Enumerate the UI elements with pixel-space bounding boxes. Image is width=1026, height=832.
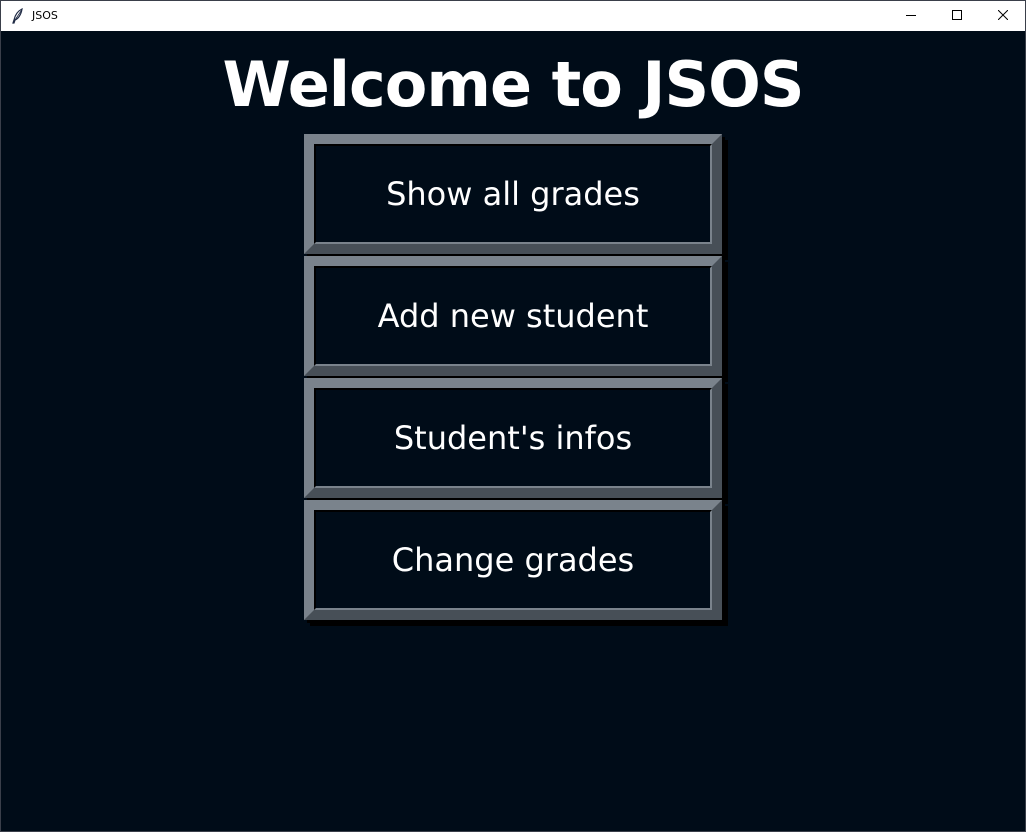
main-content: Welcome to JSOS Show all grades Add new … xyxy=(1,31,1025,831)
close-icon xyxy=(997,9,1009,23)
title-bar[interactable]: JSOS xyxy=(1,1,1025,31)
feather-icon xyxy=(11,7,25,24)
maximize-button[interactable] xyxy=(934,1,980,31)
app-window: JSOS Welcome to JSOS Show all grades Add… xyxy=(0,0,1026,832)
maximize-icon xyxy=(952,9,962,23)
button-label: Show all grades xyxy=(314,144,712,244)
change-grades-button[interactable]: Change grades xyxy=(304,500,722,620)
show-all-grades-button[interactable]: Show all grades xyxy=(304,134,722,254)
button-label: Change grades xyxy=(314,510,712,610)
window-title: JSOS xyxy=(32,9,58,22)
minimize-button[interactable] xyxy=(888,1,934,31)
minimize-icon xyxy=(906,10,916,23)
close-button[interactable] xyxy=(980,1,1025,31)
students-infos-button[interactable]: Student's infos xyxy=(304,378,722,498)
button-label: Student's infos xyxy=(314,388,712,488)
button-label: Add new student xyxy=(314,266,712,366)
add-new-student-button[interactable]: Add new student xyxy=(304,256,722,376)
page-title: Welcome to JSOS xyxy=(222,48,805,121)
